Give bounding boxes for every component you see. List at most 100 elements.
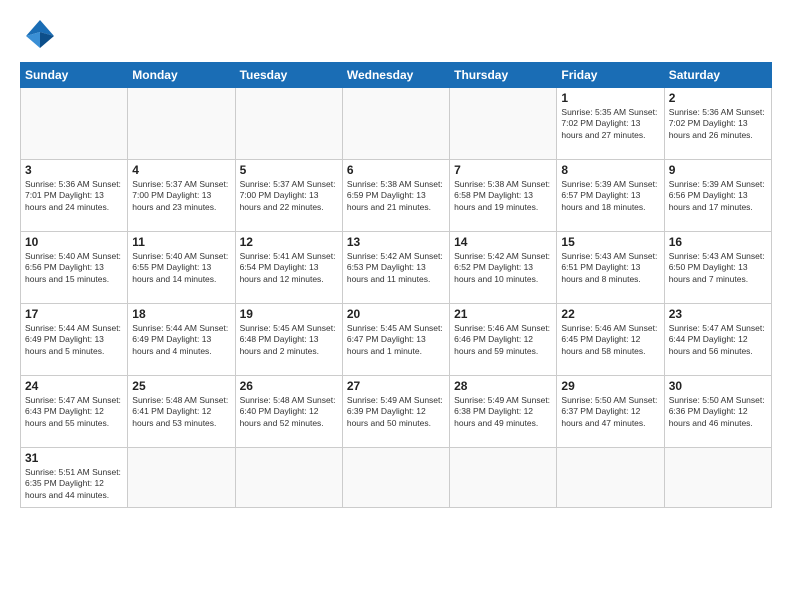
day-cell: 24Sunrise: 5:47 AM Sunset: 6:43 PM Dayli… xyxy=(21,376,128,448)
day-info: Sunrise: 5:43 AM Sunset: 6:51 PM Dayligh… xyxy=(561,251,659,285)
weekday-monday: Monday xyxy=(128,63,235,88)
weekday-thursday: Thursday xyxy=(450,63,557,88)
day-number: 1 xyxy=(561,91,659,105)
day-info: Sunrise: 5:37 AM Sunset: 7:00 PM Dayligh… xyxy=(240,179,338,213)
day-cell xyxy=(557,448,664,508)
day-info: Sunrise: 5:36 AM Sunset: 7:02 PM Dayligh… xyxy=(669,107,767,141)
day-info: Sunrise: 5:40 AM Sunset: 6:56 PM Dayligh… xyxy=(25,251,123,285)
day-info: Sunrise: 5:37 AM Sunset: 7:00 PM Dayligh… xyxy=(132,179,230,213)
day-cell xyxy=(128,448,235,508)
day-number: 28 xyxy=(454,379,552,393)
day-number: 31 xyxy=(25,451,123,465)
day-cell: 28 Sunrise: 5:49 AM Sunset: 6:38 PM Dayli… xyxy=(450,376,557,448)
day-cell: 18Sunrise: 5:44 AM Sunset: 6:49 PM Dayli… xyxy=(128,304,235,376)
day-cell: 15Sunrise: 5:43 AM Sunset: 6:51 PM Dayli… xyxy=(557,232,664,304)
day-number: 3 xyxy=(25,163,123,177)
day-info: Sunrise: 5:49 AM Sunset: 6:39 PM Dayligh… xyxy=(347,395,445,429)
day-info: Sunrise: 5:49 AM Sunset: 6:38 PM Dayligh… xyxy=(454,395,552,429)
day-number: 16 xyxy=(669,235,767,249)
day-cell: 23 Sunrise: 5:47 AM Sunset: 6:44 PM Dayli… xyxy=(664,304,771,376)
day-number: 14 xyxy=(454,235,552,249)
day-number: 13 xyxy=(347,235,445,249)
day-number: 30 xyxy=(669,379,767,393)
day-number: 11 xyxy=(132,235,230,249)
day-cell: 2 Sunrise: 5:36 AM Sunset: 7:02 PM Daylig… xyxy=(664,88,771,160)
day-number: 20 xyxy=(347,307,445,321)
week-row-1: 1 Sunrise: 5:35 AM Sunset: 7:02 PM Daylig… xyxy=(21,88,772,160)
day-cell: 7Sunrise: 5:38 AM Sunset: 6:58 PM Daylig… xyxy=(450,160,557,232)
day-cell xyxy=(235,448,342,508)
day-cell: 22 Sunrise: 5:46 AM Sunset: 6:45 PM Dayli… xyxy=(557,304,664,376)
day-cell xyxy=(664,448,771,508)
day-cell: 9 Sunrise: 5:39 AM Sunset: 6:56 PM Daylig… xyxy=(664,160,771,232)
day-number: 2 xyxy=(669,91,767,105)
weekday-friday: Friday xyxy=(557,63,664,88)
day-number: 21 xyxy=(454,307,552,321)
day-info: Sunrise: 5:39 AM Sunset: 6:56 PM Dayligh… xyxy=(669,179,767,213)
day-number: 5 xyxy=(240,163,338,177)
day-info: Sunrise: 5:45 AM Sunset: 6:47 PM Dayligh… xyxy=(347,323,445,357)
day-cell: 6Sunrise: 5:38 AM Sunset: 6:59 PM Daylig… xyxy=(342,160,449,232)
day-cell xyxy=(450,448,557,508)
day-number: 10 xyxy=(25,235,123,249)
week-row-5: 24Sunrise: 5:47 AM Sunset: 6:43 PM Dayli… xyxy=(21,376,772,448)
week-row-2: 3 Sunrise: 5:36 AM Sunset: 7:01 PM Daylig… xyxy=(21,160,772,232)
day-number: 25 xyxy=(132,379,230,393)
day-cell: 25 Sunrise: 5:48 AM Sunset: 6:41 PM Dayli… xyxy=(128,376,235,448)
day-info: Sunrise: 5:46 AM Sunset: 6:46 PM Dayligh… xyxy=(454,323,552,357)
day-number: 23 xyxy=(669,307,767,321)
day-info: Sunrise: 5:41 AM Sunset: 6:54 PM Dayligh… xyxy=(240,251,338,285)
day-cell: 12Sunrise: 5:41 AM Sunset: 6:54 PM Dayli… xyxy=(235,232,342,304)
day-info: Sunrise: 5:42 AM Sunset: 6:52 PM Dayligh… xyxy=(454,251,552,285)
day-cell: 11 Sunrise: 5:40 AM Sunset: 6:55 PM Dayli… xyxy=(128,232,235,304)
day-number: 18 xyxy=(132,307,230,321)
day-cell: 5 Sunrise: 5:37 AM Sunset: 7:00 PM Daylig… xyxy=(235,160,342,232)
weekday-sunday: Sunday xyxy=(21,63,128,88)
logo xyxy=(20,16,58,52)
day-info: Sunrise: 5:47 AM Sunset: 6:44 PM Dayligh… xyxy=(669,323,767,357)
calendar-table: SundayMondayTuesdayWednesdayThursdayFrid… xyxy=(20,62,772,508)
day-cell: 13 Sunrise: 5:42 AM Sunset: 6:53 PM Dayli… xyxy=(342,232,449,304)
day-info: Sunrise: 5:46 AM Sunset: 6:45 PM Dayligh… xyxy=(561,323,659,357)
day-info: Sunrise: 5:39 AM Sunset: 6:57 PM Dayligh… xyxy=(561,179,659,213)
day-cell: 16 Sunrise: 5:43 AM Sunset: 6:50 PM Dayli… xyxy=(664,232,771,304)
day-cell: 8 Sunrise: 5:39 AM Sunset: 6:57 PM Daylig… xyxy=(557,160,664,232)
day-info: Sunrise: 5:50 AM Sunset: 6:36 PM Dayligh… xyxy=(669,395,767,429)
day-number: 9 xyxy=(669,163,767,177)
day-info: Sunrise: 5:36 AM Sunset: 7:01 PM Dayligh… xyxy=(25,179,123,213)
weekday-wednesday: Wednesday xyxy=(342,63,449,88)
day-cell: 1 Sunrise: 5:35 AM Sunset: 7:02 PM Daylig… xyxy=(557,88,664,160)
weekday-saturday: Saturday xyxy=(664,63,771,88)
day-info: Sunrise: 5:50 AM Sunset: 6:37 PM Dayligh… xyxy=(561,395,659,429)
day-info: Sunrise: 5:48 AM Sunset: 6:40 PM Dayligh… xyxy=(240,395,338,429)
day-cell: 31Sunrise: 5:51 AM Sunset: 6:35 PM Dayli… xyxy=(21,448,128,508)
day-cell: 27Sunrise: 5:49 AM Sunset: 6:39 PM Dayli… xyxy=(342,376,449,448)
day-info: Sunrise: 5:35 AM Sunset: 7:02 PM Dayligh… xyxy=(561,107,659,141)
day-cell xyxy=(128,88,235,160)
day-cell: 17Sunrise: 5:44 AM Sunset: 6:49 PM Dayli… xyxy=(21,304,128,376)
day-cell: 29 Sunrise: 5:50 AM Sunset: 6:37 PM Dayli… xyxy=(557,376,664,448)
day-cell xyxy=(235,88,342,160)
day-number: 4 xyxy=(132,163,230,177)
day-info: Sunrise: 5:43 AM Sunset: 6:50 PM Dayligh… xyxy=(669,251,767,285)
calendar-body: 1 Sunrise: 5:35 AM Sunset: 7:02 PM Daylig… xyxy=(21,88,772,508)
day-cell: 4 Sunrise: 5:37 AM Sunset: 7:00 PM Daylig… xyxy=(128,160,235,232)
day-cell: 3 Sunrise: 5:36 AM Sunset: 7:01 PM Daylig… xyxy=(21,160,128,232)
day-cell xyxy=(21,88,128,160)
day-number: 29 xyxy=(561,379,659,393)
day-cell: 21 Sunrise: 5:46 AM Sunset: 6:46 PM Dayli… xyxy=(450,304,557,376)
day-number: 22 xyxy=(561,307,659,321)
day-cell: 10 Sunrise: 5:40 AM Sunset: 6:56 PM Dayli… xyxy=(21,232,128,304)
day-info: Sunrise: 5:48 AM Sunset: 6:41 PM Dayligh… xyxy=(132,395,230,429)
day-info: Sunrise: 5:47 AM Sunset: 6:43 PM Dayligh… xyxy=(25,395,123,429)
day-number: 8 xyxy=(561,163,659,177)
day-cell: 20 Sunrise: 5:45 AM Sunset: 6:47 PM Dayli… xyxy=(342,304,449,376)
day-info: Sunrise: 5:40 AM Sunset: 6:55 PM Dayligh… xyxy=(132,251,230,285)
day-number: 7 xyxy=(454,163,552,177)
week-row-3: 10 Sunrise: 5:40 AM Sunset: 6:56 PM Dayli… xyxy=(21,232,772,304)
day-cell xyxy=(342,88,449,160)
day-cell: 19Sunrise: 5:45 AM Sunset: 6:48 PM Dayli… xyxy=(235,304,342,376)
day-number: 17 xyxy=(25,307,123,321)
day-info: Sunrise: 5:42 AM Sunset: 6:53 PM Dayligh… xyxy=(347,251,445,285)
day-info: Sunrise: 5:45 AM Sunset: 6:48 PM Dayligh… xyxy=(240,323,338,357)
